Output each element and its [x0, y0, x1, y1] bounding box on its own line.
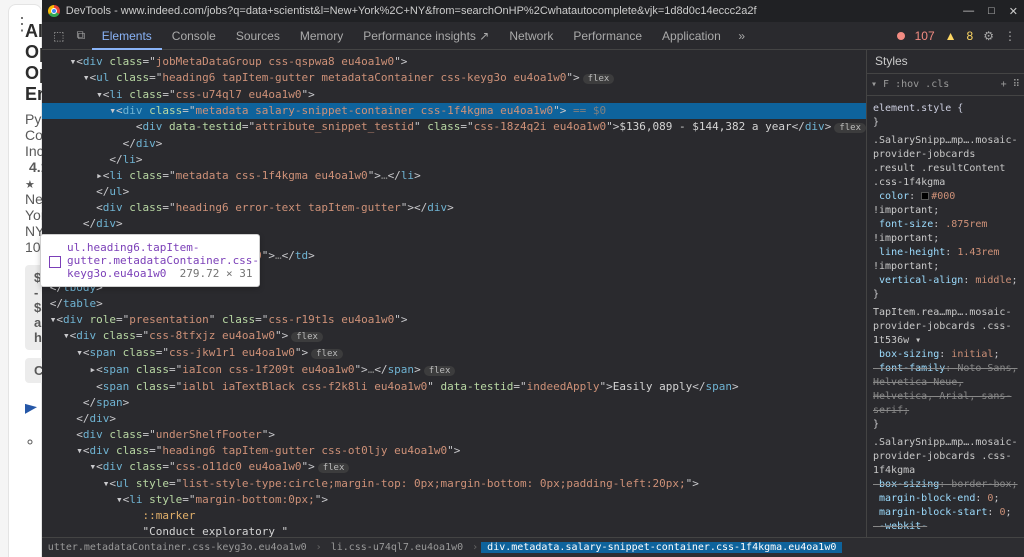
send-icon	[25, 402, 37, 414]
warning-icon: ▲	[945, 29, 957, 43]
error-count[interactable]: 107	[915, 29, 935, 43]
tab-memory[interactable]: Memory	[290, 22, 353, 50]
tabs-overflow-icon[interactable]: »	[731, 29, 753, 43]
warning-count[interactable]: 8	[967, 29, 974, 43]
star-icon: ★	[25, 179, 35, 191]
tab-perf-insights[interactable]: Performance insights ↗	[353, 22, 499, 50]
kebab-icon[interactable]: ⋮	[1004, 29, 1016, 43]
devtools-tabs: ⬚ ⧉ Elements Console Sources Memory Perf…	[42, 22, 1024, 50]
tab-console[interactable]: Console	[162, 22, 226, 50]
close-button[interactable]: ✕	[1009, 5, 1018, 18]
job-bullets: Stay abreast of industry trends and adva…	[25, 433, 42, 557]
inspect-icon[interactable]: ⬚	[48, 29, 70, 43]
job-card[interactable]: ⋮ AI Ops/LLM Ops Engineer Pyramid Consul…	[8, 4, 42, 557]
maximize-button[interactable]: □	[988, 5, 995, 18]
settings-icon[interactable]: ⚙	[983, 29, 994, 43]
kebab-icon[interactable]: ⋮	[13, 17, 31, 31]
contract-pill: Contract+1	[25, 358, 42, 383]
minimize-button[interactable]: —	[963, 5, 974, 18]
inspector-tooltip: ul.heading6.tapItem-gutter.metadataConta…	[40, 234, 42, 287]
device-icon[interactable]: ⧉	[70, 28, 92, 43]
window-title: DevTools - www.indeed.com/jobs?q=data+sc…	[66, 5, 757, 17]
tab-network[interactable]: Network	[499, 22, 563, 50]
tab-performance[interactable]: Performance	[563, 22, 652, 50]
tab-application[interactable]: Application	[652, 22, 731, 50]
elements-breadcrumb[interactable]: utter.metadataContainer.css-keyg3o.eu4oa…	[42, 537, 1024, 557]
chrome-icon	[48, 5, 60, 17]
styles-tab[interactable]: Styles	[867, 50, 1024, 74]
elements-tree[interactable]: ▾<div class="jobMetaDataGroup css-qspwa8…	[42, 50, 866, 537]
styles-panel[interactable]: Styles ▾ F :hov .cls+ ⠿ element.style { …	[866, 50, 1024, 537]
window-titlebar: DevTools - www.indeed.com/jobs?q=data+sc…	[42, 0, 1024, 22]
tab-elements[interactable]: Elements	[92, 22, 162, 50]
window-controls[interactable]: — □ ✕	[963, 5, 1018, 18]
styles-filter[interactable]: ▾ F :hov .cls+ ⠿	[867, 74, 1024, 96]
error-dot-icon	[897, 32, 905, 40]
tab-sources[interactable]: Sources	[226, 22, 290, 50]
